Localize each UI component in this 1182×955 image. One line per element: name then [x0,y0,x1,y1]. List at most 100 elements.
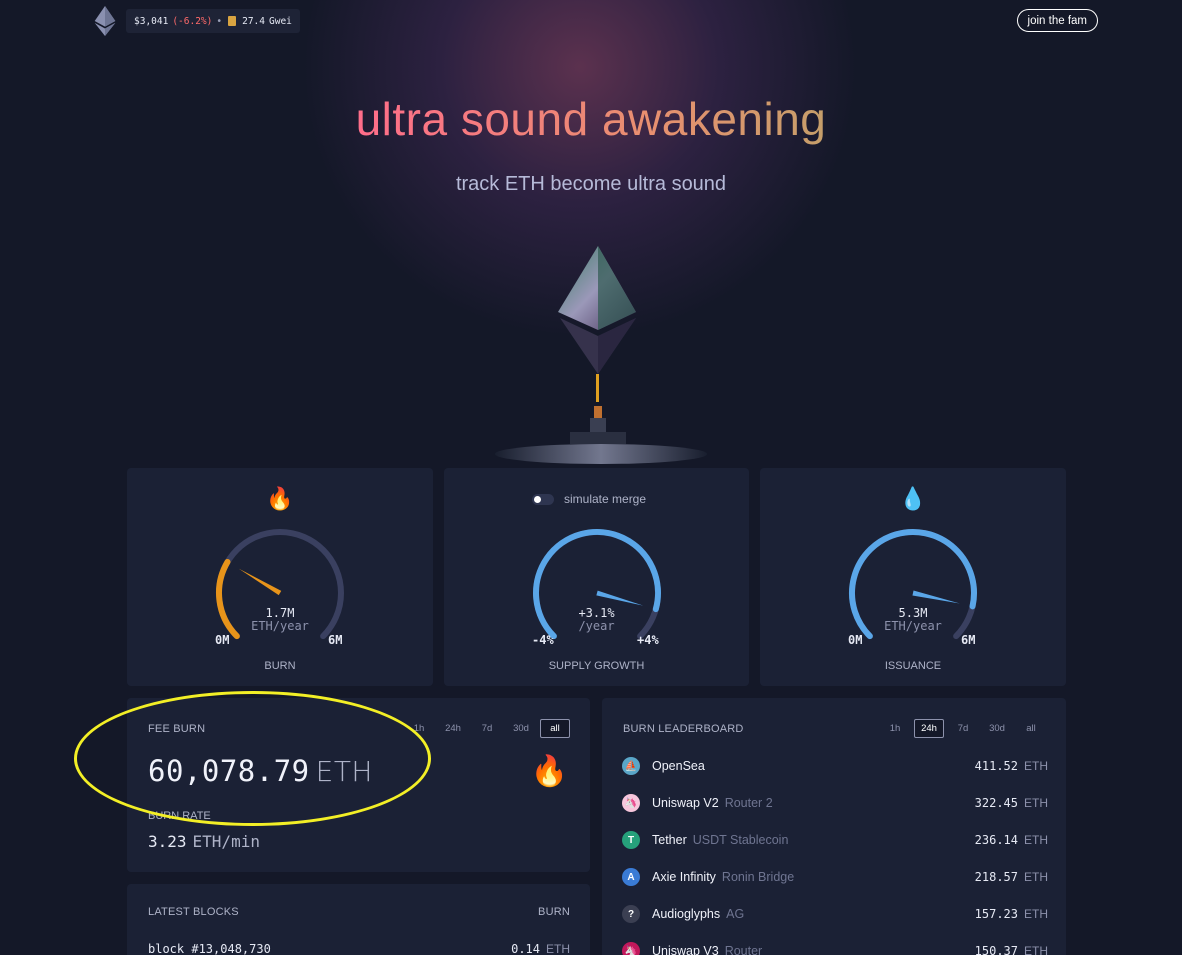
burn-rate-label: BURN RATE [148,810,211,822]
leaderboard-amount: 157.23 [974,907,1018,921]
leaderboard-unit: ETH [1024,907,1048,921]
burn-gauge-label: BURN [264,660,296,672]
burn-rate: 3.23 ETH/min [148,832,260,851]
hero-title: ultra sound awakening [0,92,1182,146]
issuance-gauge-value: 5.3M [898,606,928,620]
ethereum-crystal-illustration [495,246,707,464]
block-number: block #13,048,730 [148,942,271,955]
gas-unit: Gwei [269,15,292,27]
leaderboard-entity-name: Uniswap V2 [652,796,719,810]
leaderboard-amount: 411.52 [974,759,1018,773]
leaderboard-entity-icon: 🦄 [622,942,640,955]
fee-burn-timeframe-selector: 1h 24h 7d 30d all [404,719,570,738]
burn-leaderboard-title: BURN LEADERBOARD [623,723,744,735]
block-burn-unit: ETH [546,942,570,955]
leaderboard-entity-name: Tether [652,833,687,847]
burn-gauge-min: 0M [215,633,230,647]
fee-burn-timeframe-7d[interactable]: 7d [472,719,502,738]
join-the-fam-button[interactable]: join the fam [1016,9,1098,32]
eth-price: $3,041 [134,15,169,27]
leaderboard-entity-icon: A [622,868,640,886]
leaderboard-entity-detail: AG [726,907,745,921]
supply-gauge-max: +4% [637,633,659,647]
fee-burn-unit: ETH [315,755,373,788]
fee-burn-timeframe-30d[interactable]: 30d [506,719,536,738]
supply-gauge-unit: /year [578,619,615,633]
price-gas-pill: $3,041 (-6.2%) • 27.4 Gwei [126,9,300,33]
leaderboard-unit: ETH [1024,796,1048,810]
leaderboard-unit: ETH [1024,759,1048,773]
issuance-gauge-dial [849,529,977,640]
leaderboard-timeframe-24h[interactable]: 24h [914,719,944,738]
issuance-gauge-label: ISSUANCE [884,660,942,672]
ethereum-logo-icon[interactable] [94,6,116,36]
burn-gauge-value: 1.7M [265,606,295,620]
latest-blocks-card: LATEST BLOCKS BURN block #13,048,730 0.1… [127,884,590,955]
leaderboard-entity-detail: Router [724,944,763,955]
leaderboard-unit: ETH [1024,870,1048,884]
leaderboard-entity-name: Uniswap V3 [652,944,719,955]
leaderboard-entity-icon: 🦄 [622,794,640,812]
leaderboard-entity-detail: Ronin Bridge [721,870,795,884]
block-burn-amount: 0.14 [511,942,540,955]
gauge-needle [238,568,282,596]
block-row[interactable]: block #13,048,730 0.14 ETH [148,942,570,955]
leaderboard-entity-icon: T [622,831,640,849]
leaderboard-entity-name: Audioglyphs [652,907,721,921]
fee-burn-timeframe-24h[interactable]: 24h [438,719,468,738]
leaderboard-amount: 218.57 [974,870,1018,884]
latest-blocks-title: LATEST BLOCKS [148,906,239,918]
fee-burn-value: 60,078.79 [148,754,310,788]
leaderboard-row[interactable]: ? Audioglyphs AG 157.23 ETH [622,903,1048,925]
supply-gauge-min: -4% [532,633,554,647]
leaderboard-timeframe-all[interactable]: all [1016,719,1046,738]
leaderboard-unit: ETH [1024,944,1048,955]
burn-leaderboard-card: BURN LEADERBOARD 1h 24h 7d 30d all ⛵ OpenSea 4… [602,698,1066,955]
hero-subtitle: track ETH become ultra sound [455,173,727,195]
burn-gauge-max: 6M [328,633,343,647]
gauge-needle [596,590,644,606]
leaderboard-row[interactable]: A Axie Infinity Ronin Bridge 218.57 ETH [622,866,1048,888]
issuance-gauge-unit: ETH/year [884,619,942,633]
supply-gauge-dial [533,529,661,640]
leaderboard-entity-icon: ⛵ [622,757,640,775]
gauge-needle [912,590,960,604]
fee-burn-amount: 60,078.79 ETH [148,754,373,788]
burn-rate-value: 3.23 [148,832,187,851]
gas-price: 27.4 [242,15,265,27]
leaderboard-entity-name: Axie Infinity [652,870,716,884]
issuance-gauge-max: 6M [961,633,976,647]
leaderboard-entity-detail: Router 2 [724,796,773,810]
burn-gauge-card: 🔥 1.7M ETH/year 0M 6M BURN [127,468,433,686]
leaderboard-timeframe-7d[interactable]: 7d [948,719,978,738]
leaderboard-entity-detail: USDT Stablecoin [692,833,789,847]
leaderboard-timeframe-selector: 1h 24h 7d 30d all [880,719,1046,738]
leaderboard-timeframe-30d[interactable]: 30d [982,719,1012,738]
separator-dot: • [216,15,223,27]
top-bar: $3,041 (-6.2%) • 27.4 Gwei join the fam [94,6,1098,36]
fee-burn-card: FEE BURN 1h 24h 7d 30d all 60,078.79 ETH 🔥 BU… [127,698,590,872]
gas-pump-icon [228,16,237,26]
leaderboard-amount: 150.37 [974,944,1018,955]
burn-gauge-dial [216,529,344,640]
supply-gauge-label: SUPPLY GROWTH [548,660,645,672]
fee-burn-timeframe-all[interactable]: all [540,719,570,738]
fee-burn-timeframe-1h[interactable]: 1h [404,719,434,738]
burn-gauge-unit: ETH/year [251,619,309,633]
leaderboard-row[interactable]: 🦄 Uniswap V2 Router 2 322.45 ETH [622,792,1048,814]
fire-icon: 🔥 [530,755,568,788]
supply-growth-gauge-card: simulate merge +3.1% /year -4% +4% SUPPL… [444,468,749,686]
leaderboard-timeframe-1h[interactable]: 1h [880,719,910,738]
leaderboard-row[interactable]: 🦄 Uniswap V3 Router 150.37 ETH [622,940,1048,955]
leaderboard-row[interactable]: ⛵ OpenSea 411.52 ETH [622,755,1048,777]
leaderboard-amount: 236.14 [974,833,1018,847]
fee-burn-title: FEE BURN [148,723,206,735]
latest-blocks-burn-header: BURN [538,906,570,918]
leaderboard-row[interactable]: T Tether USDT Stablecoin 236.14 ETH [622,829,1048,851]
burn-rate-unit: ETH/min [192,832,260,851]
price-change: (-6.2%) [172,15,213,27]
issuance-gauge-min: 0M [848,633,863,647]
leaderboard-amount: 322.45 [974,796,1018,810]
leaderboard-unit: ETH [1024,833,1048,847]
supply-gauge-value: +3.1% [578,606,615,620]
